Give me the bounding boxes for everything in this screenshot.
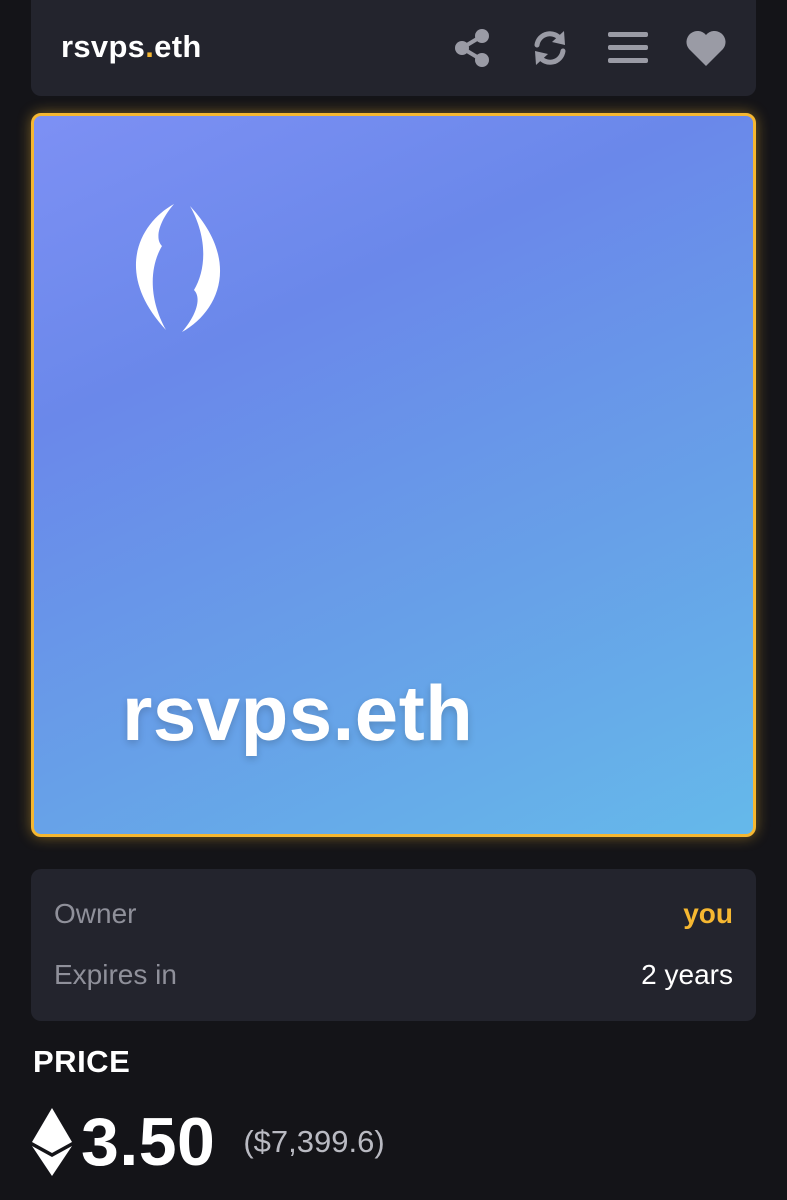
owner-value[interactable]: you [683,898,733,930]
expires-label: Expires in [54,959,177,990]
expires-row: Expires in 2 years [54,957,733,993]
expires-value: 2 years [641,959,733,990]
nft-name-text: rsvps.eth [122,669,474,757]
price-heading: PRICE [33,1044,131,1079]
menu-icon [608,32,648,63]
share-icon [455,29,489,67]
owner-label: Owner [54,898,137,929]
header-bar: rsvps.eth [31,0,756,96]
ens-logo-icon [135,204,221,332]
eth-icon [32,1108,72,1176]
refresh-button[interactable] [526,26,574,70]
title-name: rsvps [61,29,146,64]
header-actions [448,26,730,70]
title-tld: eth [154,29,202,64]
nft-image-card[interactable]: rsvps.eth [31,113,756,837]
details-card: Owner you Expires in 2 years [31,869,756,1021]
page-title: rsvps.eth [61,29,202,65]
owner-row: Owner you [54,896,733,932]
favorite-button[interactable] [682,26,730,70]
share-button[interactable] [448,26,496,70]
price-value: 3.50 [81,1104,216,1180]
refresh-icon [534,31,566,65]
menu-button[interactable] [604,26,652,70]
title-dot: . [145,29,155,64]
price-usd: ($7,399.6) [243,1124,385,1159]
price-row: 3.50 ($7,399.6) [31,1104,385,1180]
heart-icon [686,30,726,67]
